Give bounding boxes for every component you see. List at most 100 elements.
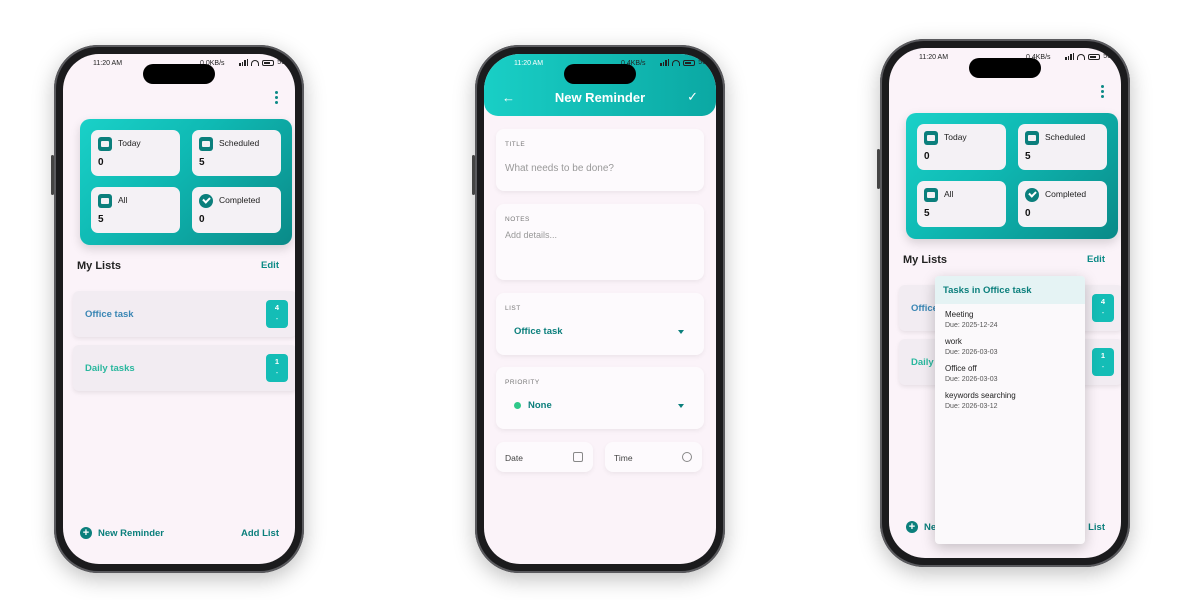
- card-today[interactable]: Today 0: [91, 130, 180, 176]
- badge-sub: -: [275, 314, 279, 323]
- phone-list-popup: 11:20 AM 0.4KB/s 56 Today 0 Scheduled 5 Al…: [877, 39, 1130, 567]
- list-select[interactable]: LIST Office task: [496, 293, 704, 355]
- check-circle-icon: [199, 194, 213, 208]
- signal-icon: [1065, 53, 1075, 60]
- task-item[interactable]: Meeting Due: 2025-12-24: [935, 304, 1085, 331]
- card-scheduled[interactable]: Scheduled 5: [192, 130, 281, 176]
- popup-title: Tasks in Office task: [935, 276, 1085, 304]
- list-name: Office task: [85, 309, 134, 320]
- badge-sub: -: [1101, 362, 1105, 371]
- card-scheduled[interactable]: Scheduled 5: [1018, 124, 1107, 170]
- summary-panel: Today 0 Scheduled 5 All 5 Completed 0: [906, 113, 1118, 239]
- card-label: Today: [944, 132, 967, 142]
- card-today[interactable]: Today 0: [917, 124, 1006, 170]
- task-due: Due: 2026-03-03: [945, 376, 998, 383]
- battery-level: 56: [277, 59, 285, 66]
- new-reminder-label: New Reminder: [98, 527, 164, 539]
- task-name: work: [945, 337, 962, 346]
- badge-sub: -: [275, 368, 279, 377]
- add-list-button[interactable]: Add List: [241, 528, 279, 539]
- edit-button[interactable]: Edit: [1087, 254, 1105, 265]
- more-options-icon[interactable]: [1101, 85, 1105, 98]
- list-count-badge: 4-: [266, 300, 288, 328]
- phone-home: 11:20 AM 0.0KB/s 56 Today 0 Scheduled 5 Al…: [51, 45, 304, 573]
- notes-field[interactable]: NOTES Add details...: [496, 204, 704, 280]
- list-item-daily-tasks[interactable]: Daily tasks 1-: [73, 345, 295, 391]
- title-input[interactable]: What needs to be done?: [505, 163, 614, 174]
- badge-sub: -: [1101, 308, 1105, 317]
- tasks-popup: Tasks in Office task Meeting Due: 2025-12…: [935, 276, 1085, 544]
- status-time: 11:20 AM: [93, 60, 123, 67]
- task-item[interactable]: work Due: 2026-03-03: [935, 331, 1085, 358]
- save-check-icon[interactable]: ✓: [687, 89, 698, 105]
- card-completed[interactable]: Completed 0: [1018, 181, 1107, 227]
- plus-icon: +: [80, 527, 92, 539]
- badge-count: 4: [274, 303, 280, 312]
- wifi-icon: [1077, 53, 1086, 60]
- dropdown-arrow-icon: [678, 404, 684, 408]
- calendar-today-icon: [924, 131, 938, 145]
- signal-icon: [239, 59, 249, 66]
- clock-icon: [682, 452, 692, 462]
- card-all[interactable]: All 5: [917, 181, 1006, 227]
- home-screen: 11:20 AM 0.0KB/s 56 Today 0 Scheduled 5 Al…: [63, 54, 295, 564]
- time-label: Time: [614, 453, 633, 463]
- task-name: Office off: [945, 364, 977, 373]
- task-due: Due: 2026-03-12: [945, 403, 998, 410]
- list-name: Daily tasks: [85, 363, 135, 374]
- task-item[interactable]: keywords searching Due: 2026-03-12: [935, 385, 1085, 412]
- wifi-icon: [672, 59, 681, 66]
- summary-panel: Today 0 Scheduled 5 All 5 Completed 0: [80, 119, 292, 245]
- edit-button[interactable]: Edit: [261, 260, 279, 271]
- new-reminder-screen: ← New Reminder ✓ 11:20 AM 0.4KB/s 56 TIT…: [484, 54, 716, 564]
- card-label: All: [944, 189, 954, 199]
- time-picker[interactable]: Time: [605, 442, 702, 472]
- notes-input[interactable]: Add details...: [505, 230, 557, 240]
- new-reminder-button[interactable]: + Ne: [906, 521, 936, 533]
- calendar-grid-icon: [199, 137, 213, 151]
- card-count: 5: [98, 214, 104, 225]
- task-name: keywords searching: [945, 391, 1016, 400]
- card-count: 0: [98, 157, 104, 168]
- card-label: Scheduled: [219, 138, 260, 148]
- card-count: 0: [924, 151, 930, 162]
- card-count: 5: [924, 208, 930, 219]
- card-count: 5: [199, 157, 205, 168]
- task-item[interactable]: Office off Due: 2026-03-03: [935, 358, 1085, 385]
- task-due: Due: 2026-03-03: [945, 349, 998, 356]
- card-label: Today: [118, 138, 141, 148]
- calendar-grid-icon: [1025, 131, 1039, 145]
- card-label: Scheduled: [1045, 132, 1086, 142]
- list-item-office-task[interactable]: Office task 4-: [73, 291, 295, 337]
- calendar-today-icon: [98, 137, 112, 151]
- priority-select[interactable]: PRIORITY None: [496, 367, 704, 429]
- plus-icon: +: [906, 521, 918, 533]
- date-picker[interactable]: Date: [496, 442, 593, 472]
- list-count-badge: 1-: [266, 354, 288, 382]
- badge-count: 1: [1100, 351, 1106, 360]
- battery-level: 56: [698, 59, 706, 66]
- card-all[interactable]: All 5: [91, 187, 180, 233]
- calendar-icon: [573, 452, 583, 462]
- my-lists-heading: My Lists: [903, 254, 948, 266]
- inbox-icon: [98, 194, 112, 208]
- title-field[interactable]: TITLE What needs to be done?: [496, 129, 704, 191]
- card-count: 0: [199, 214, 205, 225]
- battery-icon: [683, 59, 696, 66]
- task-name: Meeting: [945, 310, 974, 319]
- dynamic-island: [564, 64, 636, 84]
- badge-count: 1: [274, 357, 280, 366]
- card-completed[interactable]: Completed 0: [192, 187, 281, 233]
- more-options-icon[interactable]: [275, 91, 279, 104]
- priority-caption: PRIORITY: [505, 379, 540, 386]
- card-label: Completed: [219, 195, 261, 205]
- priority-value: None: [528, 400, 552, 411]
- wifi-icon: [251, 59, 260, 66]
- new-reminder-button[interactable]: + New Reminder: [80, 527, 164, 539]
- title-caption: TITLE: [505, 141, 526, 148]
- status-time: 11:20 AM: [514, 60, 544, 67]
- card-label: Completed: [1045, 189, 1087, 199]
- signal-icon: [660, 59, 670, 66]
- list-count-badge: 4-: [1092, 294, 1114, 322]
- list-value: Office task: [514, 326, 563, 337]
